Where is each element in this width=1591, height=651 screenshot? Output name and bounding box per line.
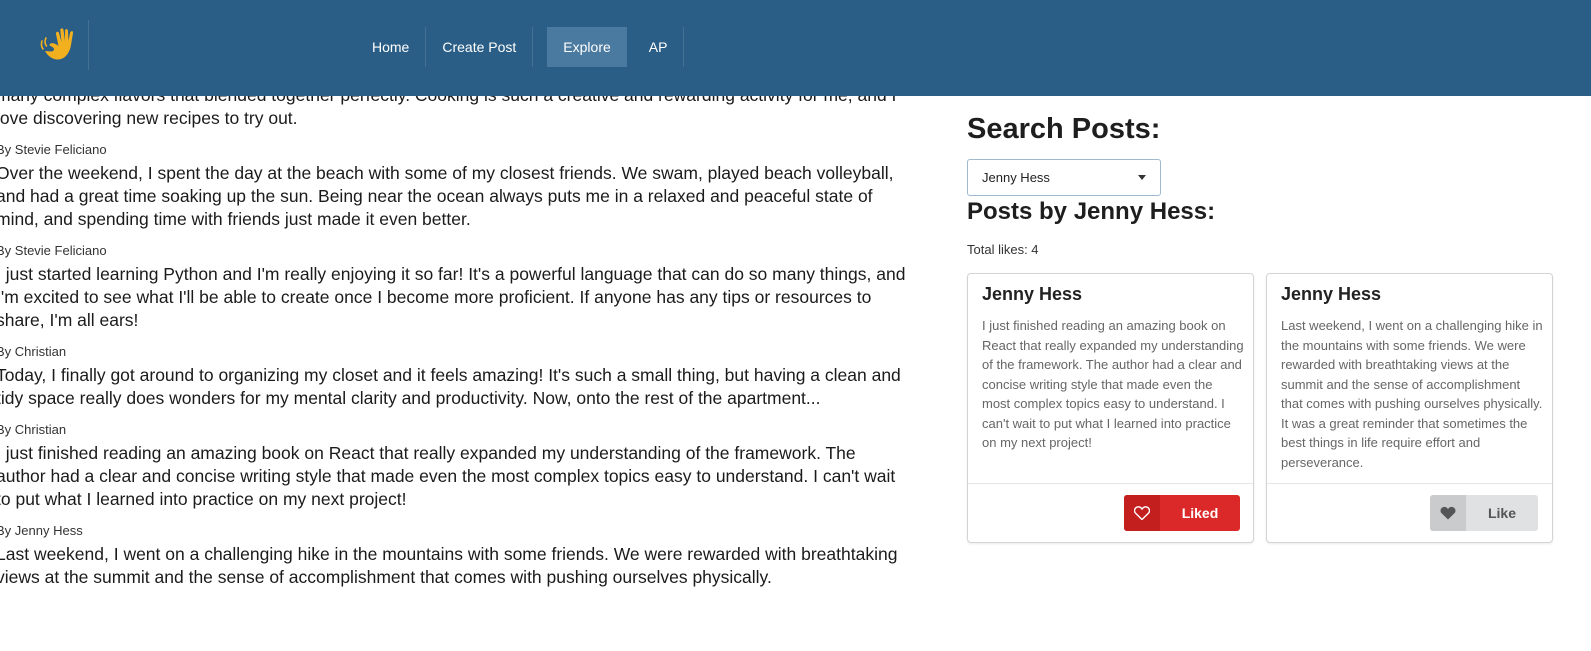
nav-item-account[interactable]: AP — [633, 27, 685, 67]
total-likes: Total likes: 4 — [967, 242, 1039, 257]
like-button[interactable]: Like — [1430, 495, 1538, 531]
heart-icon — [1124, 495, 1160, 531]
post-body: Last weekend, I went on a challenging hi… — [0, 544, 898, 587]
post-body: many complex flavors that blended togeth… — [0, 96, 896, 128]
nav-item-home[interactable]: Home — [356, 27, 427, 67]
card-title: Jenny Hess — [982, 284, 1083, 304]
dropdown-selected-value: Jenny Hess — [982, 170, 1050, 185]
post-body: Over the weekend, I spent the day at the… — [0, 163, 894, 229]
feed-post: By Stevie Feliciano I just started learn… — [0, 241, 906, 332]
post-author: By Stevie Feliciano — [0, 142, 107, 157]
post-cards: Jenny Hess I just finished reading an am… — [967, 273, 1553, 543]
feed-post: many complex flavors that blended togeth… — [0, 96, 906, 130]
card-text: I just finished reading an amazing book … — [982, 318, 1244, 450]
waving-hand-icon — [40, 28, 74, 60]
post-author: By Jenny Hess — [0, 523, 83, 538]
nav-item-explore[interactable]: Explore — [547, 27, 627, 67]
post-feed[interactable]: many complex flavors that blended togeth… — [0, 96, 910, 651]
feed-post: By Stevie Feliciano Over the weekend, I … — [0, 140, 906, 231]
feed-post: By Christian I just finished reading an … — [0, 420, 906, 511]
post-body: I just finished reading an amazing book … — [0, 443, 896, 509]
card-footer: Liked — [968, 483, 1253, 542]
post-author: By Christian — [0, 344, 67, 359]
caret-down-icon — [1138, 175, 1146, 180]
card-text: Last weekend, I went on a challenging hi… — [1281, 318, 1543, 470]
search-heading: Search Posts: — [967, 113, 1161, 145]
post-author: By Christian — [0, 422, 67, 437]
post-card: Jenny Hess Last weekend, I went on a cha… — [1266, 273, 1553, 543]
like-button-label: Like — [1487, 505, 1516, 521]
search-panel: Search Posts: Jenny Hess Posts by Jenny … — [967, 96, 1567, 543]
like-button-label: Liked — [1181, 505, 1219, 521]
nav-item-create-post[interactable]: Create Post — [426, 27, 534, 67]
card-footer: Like — [1267, 483, 1552, 542]
post-author: By Stevie Feliciano — [0, 243, 107, 258]
logo[interactable] — [36, 20, 89, 70]
heart-icon — [1430, 495, 1466, 531]
liked-button[interactable]: Liked — [1124, 495, 1240, 531]
post-card: Jenny Hess I just finished reading an am… — [967, 273, 1254, 543]
feed-post: By Jenny Hess Last weekend, I went on a … — [0, 521, 906, 589]
post-body: I just started learning Python and I'm r… — [0, 264, 906, 330]
feed-post: By Christian Today, I finally got around… — [0, 342, 906, 410]
post-body: Today, I finally got around to organizin… — [0, 365, 901, 408]
user-select-dropdown[interactable]: Jenny Hess — [967, 159, 1161, 196]
top-navbar: Home Create Post Explore AP — [0, 0, 1591, 96]
nav-menu: Home Create Post Explore AP — [356, 27, 685, 67]
posts-by-heading: Posts by Jenny Hess: — [967, 198, 1216, 225]
card-title: Jenny Hess — [1281, 284, 1382, 304]
